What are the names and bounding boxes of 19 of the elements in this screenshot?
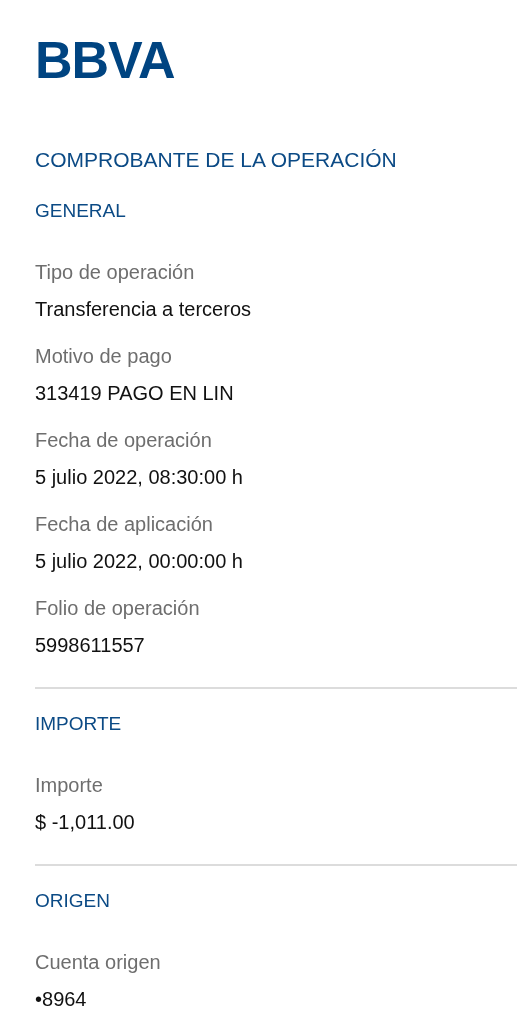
receipt-title: COMPROBANTE DE LA OPERACIÓN (35, 147, 397, 173)
field-label: Importe (35, 773, 103, 798)
field-value: 5 julio 2022, 08:30:00 h (35, 465, 243, 490)
section-heading: GENERAL (35, 199, 126, 223)
field-value: $ -1,011.00 (35, 810, 135, 835)
field-value: 5 julio 2022, 00:00:00 h (35, 549, 243, 574)
bank-logo: BBVA (35, 33, 175, 87)
field-label: Folio de operación (35, 596, 200, 621)
field-label: Tipo de operación (35, 260, 195, 285)
field-value: 313419 PAGO EN LIN (35, 381, 234, 406)
field-label: Motivo de pago (35, 344, 172, 369)
field-value: 5998611557 (35, 633, 145, 658)
field-label: Cuenta origen (35, 950, 161, 975)
field-label: Fecha de aplicación (35, 512, 213, 537)
field-value: •8964 (35, 987, 87, 1012)
field-value: Transferencia a terceros (35, 297, 251, 322)
field-label: Fecha de operación (35, 428, 212, 453)
section-heading: IMPORTE (35, 712, 122, 736)
section-heading: ORIGEN (35, 889, 110, 913)
